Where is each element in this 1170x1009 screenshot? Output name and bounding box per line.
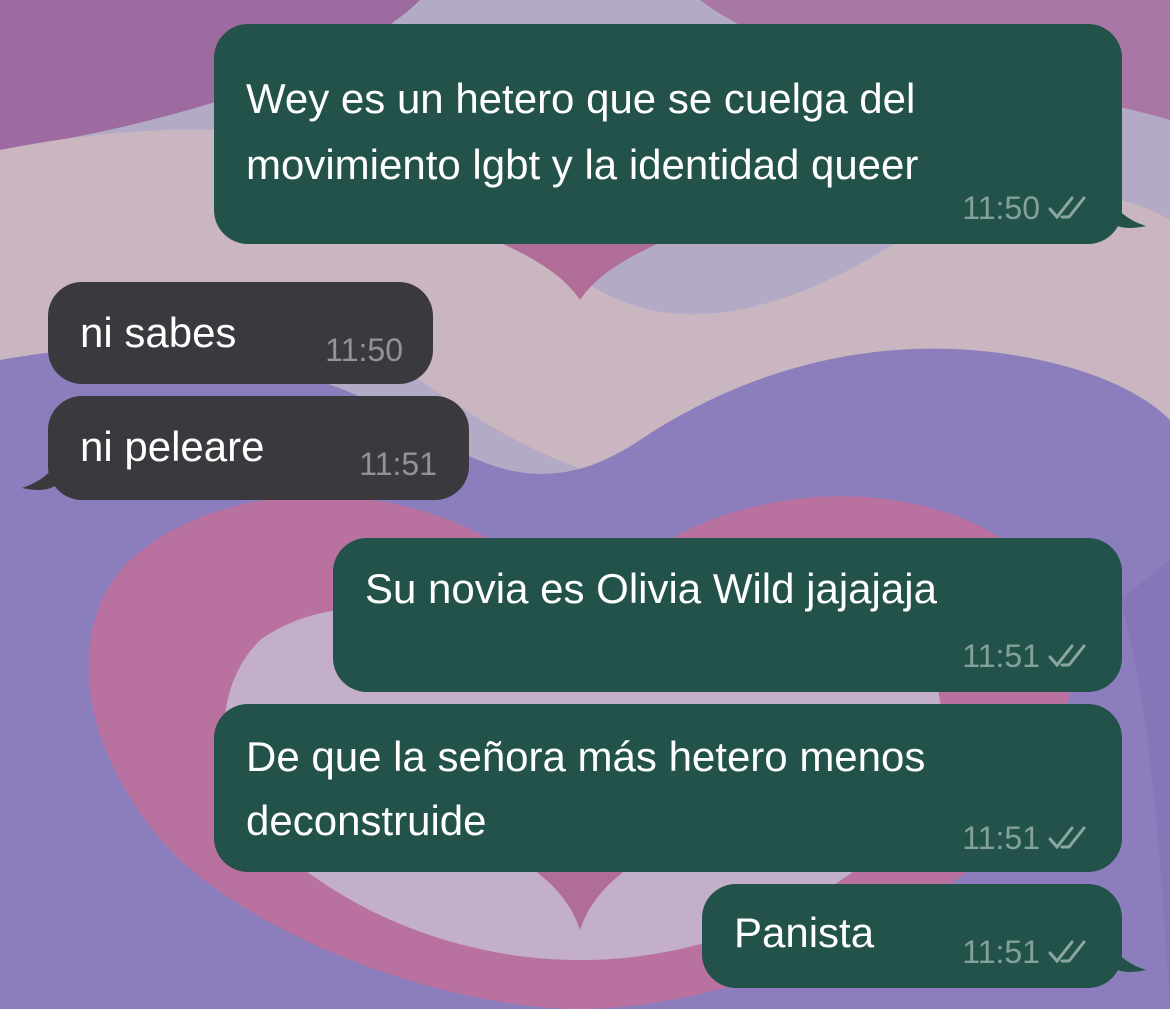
- message-time: 11:51: [962, 638, 1040, 674]
- bubble-tail: [1108, 190, 1146, 228]
- outgoing-message[interactable]: Panista 11:51: [702, 884, 1122, 988]
- message-text: Panista: [734, 909, 875, 956]
- message-text: De que la señora más hetero menos: [246, 733, 926, 780]
- message-meta: 11:51: [359, 446, 437, 482]
- bubble-tail: [1108, 934, 1146, 972]
- message-text: movimiento lgbt y la identidad queer: [246, 141, 919, 188]
- read-double-check-icon: [1048, 196, 1086, 220]
- message-meta: 11:50: [962, 190, 1088, 226]
- message-text: Wey es un hetero que se cuelga del: [246, 75, 916, 122]
- outgoing-message[interactable]: Wey es un hetero que se cuelga del movim…: [214, 24, 1122, 244]
- message-meta: 11:50: [325, 332, 403, 368]
- message-time: 11:51: [359, 446, 437, 482]
- message-text: ni sabes: [80, 309, 237, 356]
- incoming-message[interactable]: ni peleare 11:51: [48, 396, 469, 500]
- message-meta: 11:51: [962, 934, 1088, 970]
- message-meta: 11:51: [962, 820, 1088, 856]
- message-time: 11:50: [962, 190, 1040, 226]
- message-meta: 11:51: [962, 638, 1088, 674]
- read-double-check-icon: [1048, 940, 1086, 964]
- message-time: 11:50: [325, 332, 403, 368]
- message-text: ni peleare: [80, 423, 265, 470]
- outgoing-message[interactable]: Su novia es Olivia Wild jajajaja 11:51: [333, 538, 1122, 692]
- incoming-message[interactable]: ni sabes 11:50: [48, 282, 433, 384]
- bubble-tail: [22, 452, 60, 490]
- read-double-check-icon: [1048, 826, 1086, 850]
- message-time: 11:51: [962, 820, 1040, 856]
- outgoing-message[interactable]: De que la señora más hetero menos decons…: [214, 704, 1122, 872]
- message-text: Su novia es Olivia Wild jajajaja: [365, 565, 937, 612]
- message-time: 11:51: [962, 934, 1040, 970]
- message-text: deconstruide: [246, 797, 487, 844]
- read-double-check-icon: [1048, 644, 1086, 668]
